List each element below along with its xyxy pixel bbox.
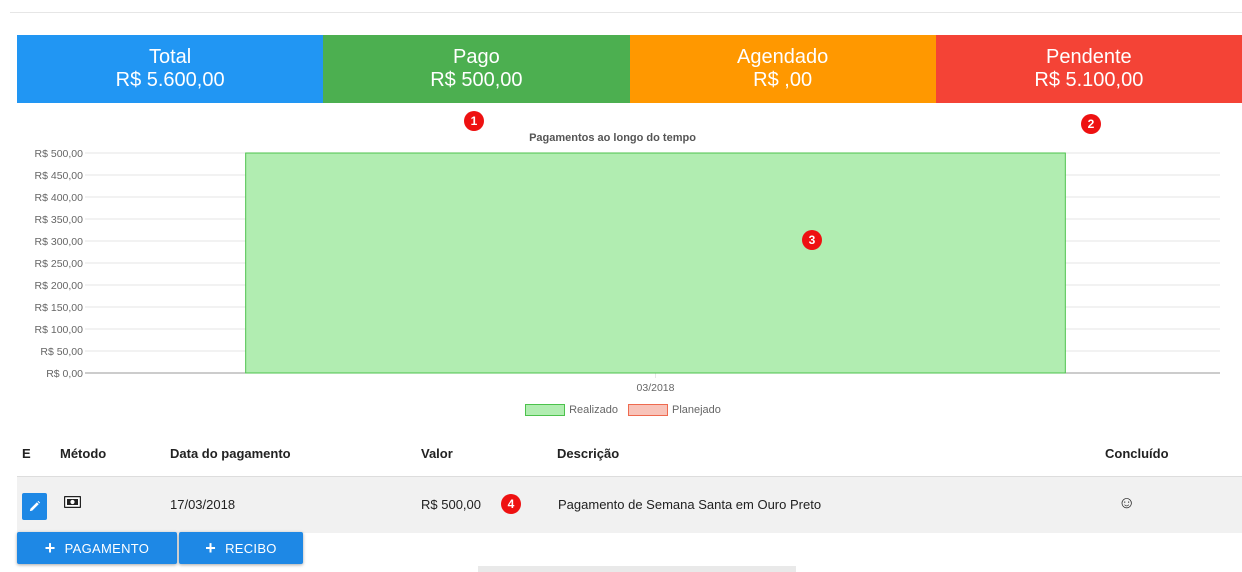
- table-header: E Método Data do pagamento Valor Descriç…: [17, 440, 1242, 472]
- legend-item-planejado[interactable]: Planejado: [627, 404, 721, 416]
- y-tick-label: R$ 0,00: [46, 368, 83, 380]
- card-pendente: Pendente R$ 5.100,00: [935, 35, 1242, 103]
- summary-cards: Total R$ 5.600,00 Pago R$ 500,00 Agendad…: [17, 35, 1242, 103]
- header-done[interactable]: Concluído: [1105, 446, 1169, 461]
- payments-chart: R$ 0,00 R$ 50,00 R$ 100,00 R$ 150,00 R$ 200,…: [35, 148, 1220, 394]
- payment-description: Pagamento de Semana Santa em Ouro Preto: [558, 497, 822, 512]
- y-tick-label: R$ 450,00: [35, 170, 84, 182]
- header-date[interactable]: Data do pagamento: [170, 446, 291, 461]
- legend-swatch-planejado: [627, 404, 668, 416]
- chart-legend: Realizado Planejado: [0, 404, 1242, 416]
- card-agendado-title: Agendado: [737, 46, 829, 68]
- header-method[interactable]: Método: [60, 446, 106, 461]
- y-tick-label: R$ 300,00: [35, 236, 84, 248]
- card-pago-title: Pago: [453, 46, 500, 68]
- annotation-badge-4: 4: [501, 494, 521, 514]
- payment-date: 17/03/2018: [170, 497, 236, 512]
- smiley-icon: ☺: [1118, 493, 1136, 512]
- legend-swatch-realizado: [525, 404, 566, 416]
- table-row: 17/03/2018 R$ 500,00 4 Pagamento de Sema…: [17, 476, 1242, 533]
- cash-icon: [63, 495, 82, 511]
- legend-label-planejado: Planejado: [671, 404, 721, 416]
- annotation-badge-3: 3: [802, 230, 822, 250]
- add-payment-label: PAGAMENTO: [64, 540, 150, 556]
- card-pago-value: R$ 500,00: [430, 69, 523, 91]
- header-description[interactable]: Descrição: [557, 446, 619, 461]
- card-agendado: Agendado R$ ,00: [629, 35, 936, 103]
- y-tick-label: R$ 150,00: [35, 302, 84, 314]
- plus-icon: +: [44, 538, 56, 558]
- plus-icon: +: [205, 538, 217, 558]
- card-pendente-title: Pendente: [1046, 46, 1132, 68]
- scroll-indicator: [478, 566, 796, 572]
- header-e[interactable]: E: [22, 446, 31, 461]
- card-total: Total R$ 5.600,00: [17, 35, 324, 103]
- y-tick-label: R$ 50,00: [40, 346, 83, 358]
- legend-item-realizado[interactable]: Realizado: [525, 404, 618, 416]
- x-tick-label: 03/2018: [637, 382, 675, 394]
- card-pago: Pago R$ 500,00: [323, 35, 630, 103]
- add-payment-button[interactable]: + PAGAMENTO: [17, 532, 177, 564]
- card-total-value: R$ 5.600,00: [115, 69, 225, 91]
- add-receipt-label: RECIBO: [225, 540, 277, 556]
- top-divider: [10, 12, 1242, 13]
- edit-button[interactable]: [22, 493, 47, 520]
- pencil-icon: [29, 500, 41, 512]
- bar-realizado: [245, 152, 1066, 374]
- payment-value: R$ 500,00: [421, 497, 481, 512]
- y-tick-label: R$ 400,00: [35, 192, 84, 204]
- add-receipt-button[interactable]: + RECIBO: [179, 532, 303, 564]
- y-tick-label: R$ 200,00: [35, 280, 84, 292]
- card-total-title: Total: [149, 46, 192, 68]
- card-pendente-value: R$ 5.100,00: [1034, 69, 1144, 91]
- legend-label-realizado: Realizado: [569, 404, 618, 416]
- header-value[interactable]: Valor: [421, 446, 453, 461]
- y-tick-label: R$ 350,00: [35, 214, 84, 226]
- y-tick-label: R$ 250,00: [35, 258, 84, 270]
- card-agendado-value: R$ ,00: [753, 69, 813, 91]
- y-tick-label: R$ 500,00: [35, 148, 84, 160]
- y-tick-label: R$ 100,00: [35, 324, 84, 336]
